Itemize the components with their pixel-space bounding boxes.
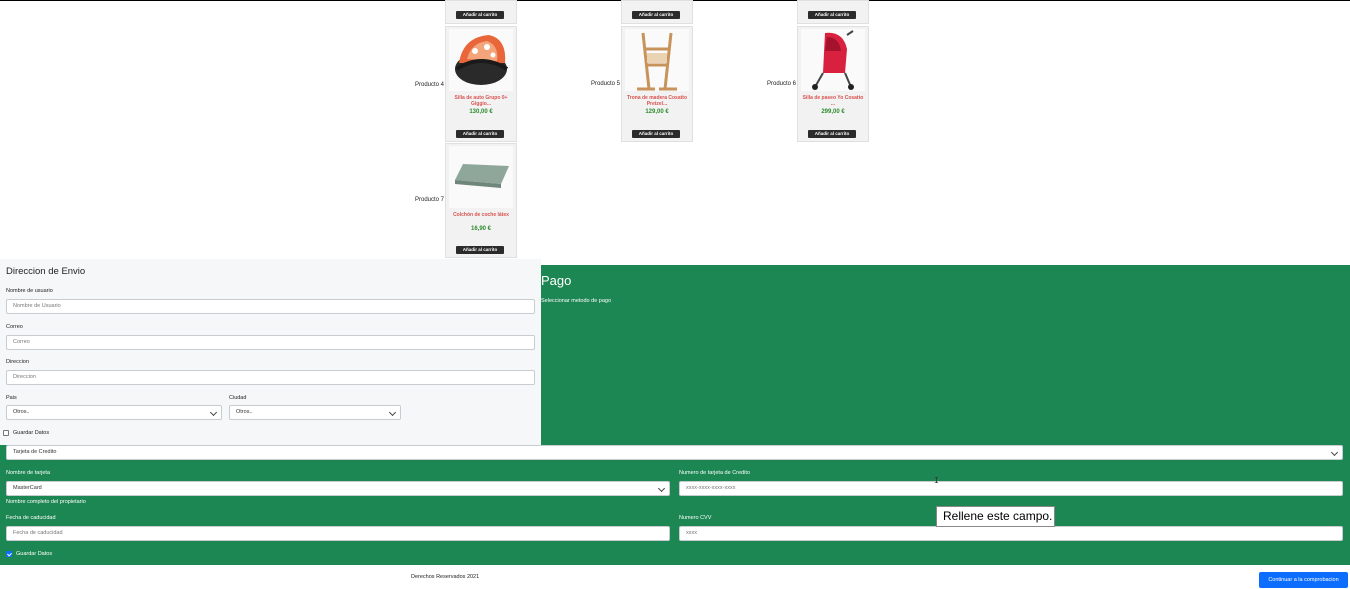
product-price: 299,00 € — [821, 109, 845, 115]
add-to-cart-button[interactable]: Añadir al carrito — [808, 11, 856, 19]
add-to-cart-button[interactable]: Añadir al carrito — [808, 130, 856, 138]
product-price: 130,00 € — [469, 109, 493, 115]
payment-section: Pago Seleccionar metodo de pago — [541, 265, 1350, 445]
product-name[interactable]: Silla de paseo Yo Cosatto ... — [800, 95, 866, 107]
cvv-input[interactable]: xxxx — [679, 526, 1343, 541]
card-number-input[interactable]: xxxx-xxxx-xxxx-xxxx — [679, 481, 1343, 496]
product-price: 16,90 € — [470, 226, 492, 232]
card-number-label: Numero de tarjeta de Credito — [679, 470, 750, 476]
address-label: Direccion — [6, 359, 29, 365]
email-label: Correo — [6, 324, 23, 330]
city-value: Otros.. — [236, 409, 253, 415]
chevron-down-icon — [1330, 448, 1339, 457]
save-shipping-checkbox[interactable] — [3, 430, 9, 436]
validation-tooltip: Rellene este campo. — [936, 506, 1055, 527]
chevron-down-icon — [388, 408, 397, 417]
save-payment-label: Guardar Datos — [16, 551, 53, 557]
add-to-cart-button[interactable]: Añadir al carrito — [456, 130, 504, 138]
product-card-7: Colchón de coche látex 16,90 € Añadir al… — [445, 143, 517, 258]
product-label: Producto 7 — [415, 197, 445, 203]
payment-method-select[interactable]: Tarjeta de Credito — [6, 445, 1343, 460]
add-to-cart-button[interactable]: Añadir al carrito — [632, 11, 680, 19]
text-cursor-icon: I — [934, 476, 939, 485]
city-select[interactable]: Otros.. — [229, 405, 401, 420]
card-name-help: Nombre completo del propietario — [6, 499, 86, 505]
expiry-input[interactable]: Fecha de caducidad — [6, 526, 670, 541]
chevron-down-icon — [657, 484, 666, 493]
shipping-title: Direccion de Envio — [6, 266, 86, 277]
product-name[interactable]: Trona de madera Cosatto Pretzel... — [624, 95, 690, 107]
payment-method-label: Seleccionar metodo de pago — [541, 298, 612, 304]
expiry-label: Fecha de caducidad — [6, 515, 56, 521]
car-seat-image[interactable] — [449, 29, 513, 91]
username-input[interactable]: Nombre de Usuario — [6, 299, 535, 314]
product-card-5: Trona de madera Cosatto Pretzel... 129,0… — [621, 26, 693, 142]
city-label: Ciudad — [229, 395, 247, 401]
product-label: Producto 5 — [591, 81, 621, 87]
product-name[interactable]: Silla de auto Grupo 0+ Giggio... — [448, 95, 514, 107]
product-price: 129,00 € — [645, 109, 669, 115]
country-label: Pais — [6, 395, 17, 401]
shipping-section: Direccion de Envio Nombre de usuario Nom… — [0, 259, 541, 445]
email-input[interactable]: Correo — [6, 335, 535, 350]
card-name-value: MasterCard — [13, 485, 42, 491]
page: Añadir al carrito Añadir al carrito Añad… — [0, 0, 1350, 589]
product-card-1: Añadir al carrito — [445, 0, 517, 24]
mattress-image[interactable] — [449, 146, 513, 208]
product-card-2: Añadir al carrito — [621, 0, 693, 24]
card-name-select[interactable]: MasterCard — [6, 481, 670, 496]
address-input[interactable]: Direccion — [6, 370, 535, 385]
copyright-text: Derechos Reservados 2021 — [411, 574, 480, 580]
product-card-3: Añadir al carrito — [797, 0, 869, 24]
cvv-label: Numero CVV — [679, 515, 712, 521]
payment-form: Tarjeta de Credito Nombre de tarjeta Mas… — [0, 445, 1350, 565]
add-to-cart-button[interactable]: Añadir al carrito — [456, 11, 504, 19]
product-name[interactable]: Colchón de coche látex — [448, 212, 514, 218]
product-card-6: Silla de paseo Yo Cosatto ... 299,00 € A… — [797, 26, 869, 142]
save-shipping-label: Guardar Datos — [13, 430, 50, 436]
high-chair-image[interactable] — [625, 29, 689, 91]
country-select[interactable]: Otros.. — [6, 405, 222, 420]
add-to-cart-button[interactable]: Añadir al carrito — [632, 130, 680, 138]
product-label: Producto 4 — [415, 82, 445, 88]
card-name-label: Nombre de tarjeta — [6, 470, 51, 476]
payment-method-value: Tarjeta de Credito — [13, 449, 57, 455]
add-to-cart-button[interactable]: Añadir al carrito — [456, 246, 504, 254]
save-payment-checkbox[interactable] — [6, 551, 12, 557]
continue-button[interactable]: Continuar a la comprobacion — [1259, 572, 1348, 588]
product-card-4: Silla de auto Grupo 0+ Giggio... 130,00 … — [445, 26, 517, 142]
product-label: Producto 6 — [767, 81, 797, 87]
payment-title: Pago — [541, 273, 572, 288]
country-value: Otros.. — [13, 409, 30, 415]
chevron-down-icon — [209, 408, 218, 417]
username-label: Nombre de usuario — [6, 288, 53, 294]
stroller-image[interactable] — [801, 29, 865, 91]
